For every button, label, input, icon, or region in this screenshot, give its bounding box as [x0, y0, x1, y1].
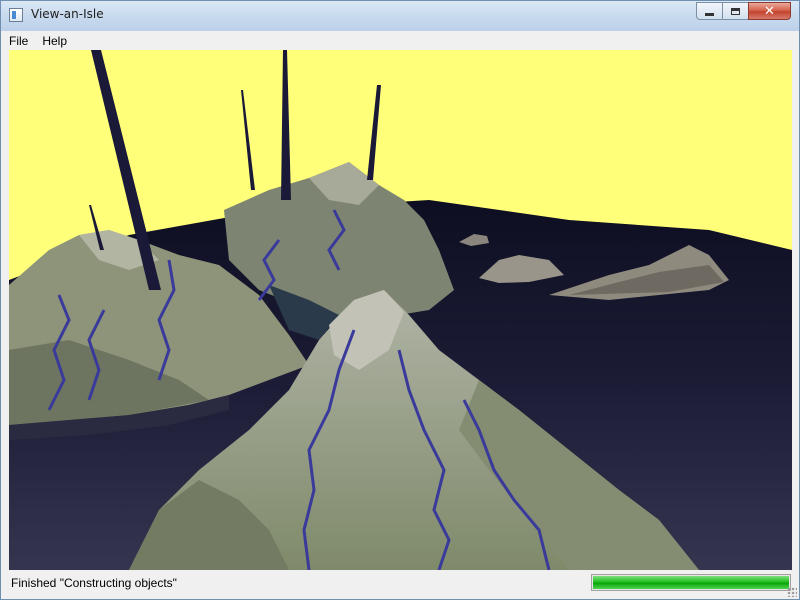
menu-file[interactable]: File: [9, 34, 34, 48]
progress-fill: [593, 576, 789, 589]
status-message: Finished "Constructing objects": [11, 576, 177, 590]
application-window: View-an-Isle ✕ File Help Finished "Const…: [0, 0, 800, 600]
minimize-button[interactable]: [696, 2, 722, 20]
window-app-icon[interactable]: [9, 8, 23, 22]
title-bar[interactable]: View-an-Isle ✕: [1, 1, 799, 31]
close-button[interactable]: ✕: [748, 2, 791, 20]
caption-buttons: ✕: [696, 2, 791, 22]
menu-bar: File Help: [1, 31, 799, 50]
3d-terrain-viewport[interactable]: [9, 50, 792, 570]
status-bar: Finished "Constructing objects": [1, 571, 799, 599]
progress-bar: [591, 574, 791, 591]
menu-help[interactable]: Help: [36, 34, 73, 48]
window-title: View-an-Isle: [31, 7, 104, 21]
maximize-icon: [731, 7, 740, 15]
maximize-button[interactable]: [722, 2, 748, 20]
resize-grip-icon[interactable]: [787, 587, 797, 597]
minimize-icon: [705, 12, 714, 16]
terrain-render: [9, 50, 792, 570]
close-icon: ✕: [764, 3, 775, 19]
